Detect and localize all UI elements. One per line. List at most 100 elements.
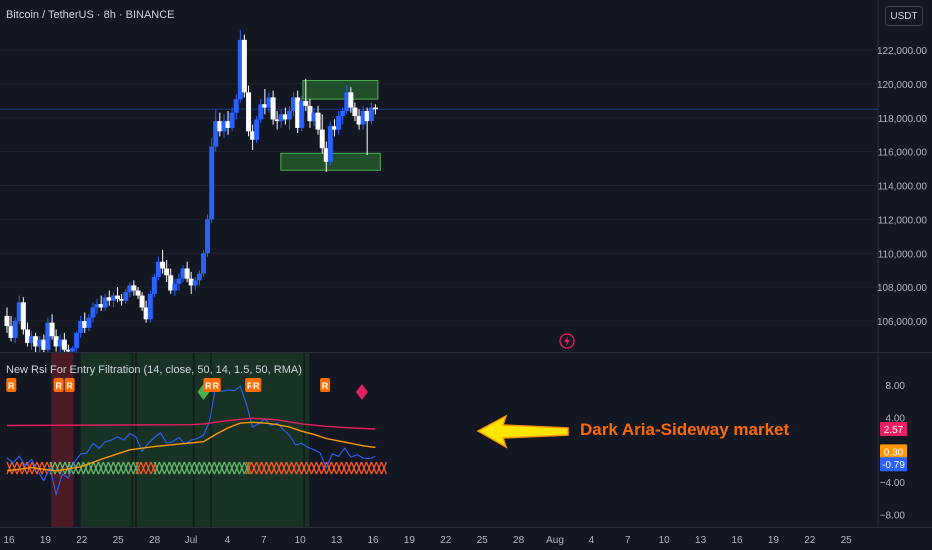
candle-body <box>184 268 190 279</box>
candle-body <box>131 285 137 291</box>
candle-body <box>176 278 182 284</box>
r-signal-marker: R <box>53 378 64 392</box>
time-tick-label: 19 <box>404 535 416 546</box>
price-chart[interactable]: 106,000.00 108,000.00 110,000.00 112,000.00… <box>0 0 932 352</box>
r-marker-label: R <box>55 381 62 391</box>
candle-body <box>147 293 153 320</box>
time-tick-label: 25 <box>113 535 125 546</box>
badge-label: -0.79 <box>882 460 905 471</box>
candle-body <box>241 39 247 93</box>
time-tick-label: 7 <box>261 535 267 546</box>
candle-body <box>229 112 235 128</box>
candle-body <box>200 253 206 274</box>
candle-body <box>139 295 145 308</box>
r-marker-label: R <box>213 381 220 391</box>
candle-body <box>368 107 374 122</box>
price-tick-label: 106,000.00 <box>877 317 927 328</box>
price-tick-label: 114,000.00 <box>878 182 928 193</box>
indicator-chart[interactable]: R R R R R R R R 8.004.00−4.00−8.002.570.30-0.79 <box>0 352 932 527</box>
time-tick-label: 4 <box>225 535 231 546</box>
time-tick-label: 19 <box>40 535 52 546</box>
time-tick-label: 10 <box>659 535 671 546</box>
candle-body <box>115 295 121 299</box>
candle-body <box>74 332 80 349</box>
candle-body <box>303 100 309 106</box>
candle-body <box>209 146 215 220</box>
time-tick-label: 16 <box>731 535 743 546</box>
time-tick-label: 25 <box>841 535 853 546</box>
price-tick-label: 112,000.00 <box>878 215 928 226</box>
chart-stage: 106,000.00 108,000.00 110,000.00 112,000.00… <box>0 0 932 550</box>
indicator-tick-label: −8.00 <box>880 511 906 522</box>
candle-body <box>336 116 342 130</box>
candle-body <box>348 92 354 108</box>
price-tick-label: 120,000.00 <box>877 80 927 91</box>
candle-body <box>372 107 378 110</box>
candle-body <box>246 92 252 132</box>
candle-body <box>319 129 325 149</box>
candle-body <box>315 112 321 130</box>
shaded-period-green <box>80 353 204 527</box>
time-tick-label: 16 <box>367 535 379 546</box>
candle-body <box>286 110 292 120</box>
time-tick-label: 13 <box>331 535 343 546</box>
time-tick-label: 19 <box>768 535 780 546</box>
resistance-zone <box>302 79 379 100</box>
candle-body <box>123 292 129 301</box>
candle-body <box>270 97 276 120</box>
time-tick-label: 22 <box>76 535 88 546</box>
candle-body <box>205 219 211 254</box>
candle-body <box>254 119 260 140</box>
time-tick-label: 7 <box>625 535 631 546</box>
candle-body <box>352 107 358 117</box>
currency-button[interactable]: USDT <box>885 6 923 26</box>
candle-body <box>20 302 26 330</box>
time-tick-label: 22 <box>440 535 452 546</box>
candle-body <box>196 273 202 281</box>
badge-label: 2.57 <box>884 425 904 436</box>
time-axis-bg <box>0 527 932 550</box>
candle-body <box>49 322 55 337</box>
indicator-tick-label: −4.00 <box>880 478 906 489</box>
candle-body <box>61 339 67 350</box>
r-signal-marker: R <box>6 378 17 392</box>
symbol-legend[interactable]: Bitcoin / TetherUS · 8h · BINANCE <box>6 9 175 21</box>
price-tick-label: 116,000.00 <box>878 148 928 159</box>
candle-body <box>192 280 198 286</box>
candle-body <box>12 321 18 338</box>
badge-rsi: -0.79 <box>880 457 907 472</box>
r-signal-marker: R <box>320 378 331 392</box>
annotation-text: Dark Aria-Sideway market <box>580 420 790 439</box>
candle-body <box>160 261 166 269</box>
price-tick-label: 122,000.00 <box>877 46 927 57</box>
time-tick-label: 16 <box>3 535 15 546</box>
candle-body <box>164 268 170 276</box>
r-marker-label: R <box>322 381 329 391</box>
badge-signal: 2.57 <box>880 421 907 436</box>
time-tick-label: 13 <box>695 535 707 546</box>
badge-base: 0.30 <box>880 444 907 459</box>
r-marker-label: R <box>66 381 73 391</box>
r-marker-label: R <box>253 381 260 391</box>
indicator-tick-label: 8.00 <box>886 381 906 392</box>
indicator-legend[interactable]: New Rsi For Entry Filtration (14, close,… <box>6 364 302 376</box>
time-tick-label: 10 <box>295 535 307 546</box>
time-axis: 16 19 22 25 28 Jul 4 7 10 13 16 19 22 25 28 Aug 4 7 10 13 16… <box>0 527 932 550</box>
time-tick-label: 28 <box>149 535 161 546</box>
r-signal-marker: R <box>251 378 262 392</box>
time-tick-label: 22 <box>804 535 816 546</box>
price-tick-label: 118,000.00 <box>878 114 928 125</box>
candle-body <box>135 290 141 296</box>
candle-body <box>4 315 10 327</box>
r-signal-marker: R <box>210 378 221 392</box>
candle-body <box>151 276 157 294</box>
time-tick-label: Aug <box>546 535 564 546</box>
candle-body <box>172 283 178 291</box>
time-tick-label: 28 <box>513 535 525 546</box>
time-tick-label: Jul <box>185 535 198 546</box>
candle-body <box>86 317 92 328</box>
candle-body <box>233 99 239 113</box>
badge-label: 0.30 <box>884 447 904 458</box>
price-tick-label: 110,000.00 <box>878 249 928 260</box>
candle-body <box>327 126 333 162</box>
